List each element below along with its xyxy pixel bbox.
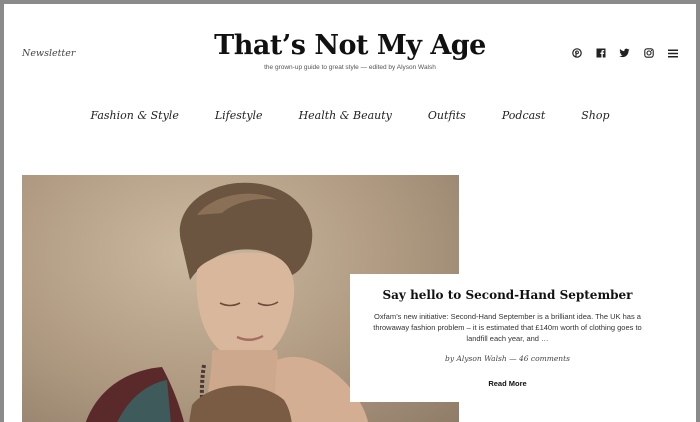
post-title[interactable]: Say hello to Second-Hand September [368,288,647,302]
pinterest-icon[interactable] [571,47,582,59]
site-tagline: the grown-up guide to great style — edit… [264,64,436,71]
post-excerpt: Oxfam’s new initiative: Second-Hand Sept… [373,312,642,343]
main-navigation: Fashion & Style Lifestyle Health & Beaut… [4,109,696,122]
social-icons [571,47,678,59]
featured-post-card: Say hello to Second-Hand September Oxfam… [350,274,665,402]
instagram-icon[interactable] [643,47,654,59]
post-byline: by Alyson Walsh — 46 comments [445,354,570,363]
page-frame: Newsletter That’s Not My Age the grown-u… [4,4,696,422]
nav-item-fashion-style[interactable]: Fashion & Style [90,109,178,122]
twitter-icon[interactable] [619,47,630,59]
menu-icon[interactable] [667,47,678,59]
facebook-icon[interactable] [595,47,606,59]
nav-item-outfits[interactable]: Outfits [428,109,466,122]
read-more-link[interactable]: Read More [488,379,526,388]
nav-item-lifestyle[interactable]: Lifestyle [215,109,263,122]
nav-item-shop[interactable]: Shop [581,109,609,122]
nav-item-podcast[interactable]: Podcast [502,109,545,122]
nav-item-health-beauty[interactable]: Health & Beauty [299,109,392,122]
